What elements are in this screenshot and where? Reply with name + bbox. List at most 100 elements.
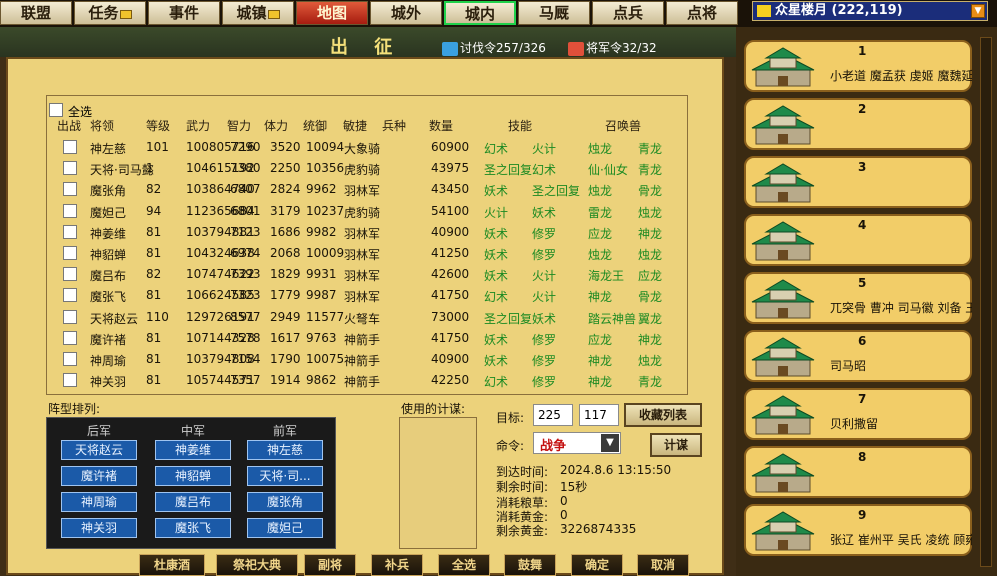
nav-tab-2[interactable]: 事件 (148, 1, 220, 25)
bottom-button[interactable]: 祭祀大典 (216, 554, 298, 576)
row-checkbox[interactable] (63, 203, 77, 218)
select-all-checkbox[interactable] (49, 103, 63, 117)
bottom-button[interactable]: 鼓舞 (504, 554, 556, 576)
cell-name: 天将·司马懿 (90, 163, 154, 178)
table-row[interactable]: 魔张角 82 103864740 6807 2824 9962 羽林军 43450 妖术 圣之回复… (56, 179, 686, 200)
cell-skill2: 妖术 (532, 311, 557, 326)
row-checkbox[interactable] (63, 330, 77, 345)
cell-level: 81 (146, 330, 162, 345)
formation-slot[interactable]: 神周瑜 (61, 492, 137, 512)
city-card[interactable]: 5 兀突骨 曹冲 司马徽 刘备 王 (744, 272, 972, 324)
chevron-down-icon[interactable]: ▼ (971, 4, 985, 18)
cell-beast1: 应龙 (588, 332, 613, 347)
bottom-button[interactable]: 确定 (571, 554, 623, 576)
row-checkbox[interactable] (63, 182, 77, 197)
row-checkbox[interactable] (63, 246, 77, 260)
table-row[interactable]: 魔张飞 81 106624585 7323 1779 9987 羽林军 41750 幻术 火计 神龙… (56, 285, 686, 306)
row-checkbox[interactable] (63, 161, 77, 176)
nav-tab-7[interactable]: 马厩 (518, 1, 590, 25)
formation-slot[interactable]: 神姜维 (155, 440, 231, 460)
cell-beast1: 神龙 (588, 290, 613, 305)
formation-slot[interactable]: 魔张角 (247, 492, 323, 512)
row-checkbox[interactable] (63, 224, 77, 239)
city-card[interactable]: 4 (744, 214, 972, 266)
server-selector[interactable]: 众星楼月 (222,119) ▼ (752, 1, 988, 21)
city-card[interactable]: 3 (744, 156, 972, 208)
table-row[interactable]: 天将·司马懿 1 104615192 7380 2250 10356 虎豹骑 43975 圣之回… (56, 158, 686, 179)
cell-skill2: 幻术 (532, 163, 557, 178)
formation-head: 前军 (273, 424, 298, 438)
row-checkbox[interactable] (63, 288, 77, 303)
nav-tab-3[interactable]: 城镇 (222, 1, 294, 25)
cell-int: 7393 (230, 267, 261, 282)
nav-tab-label: 城镇 (236, 4, 267, 22)
cell-lead: 10094 (306, 140, 345, 154)
target-x-input[interactable]: 225 (533, 404, 573, 426)
nav-tab-0[interactable]: 联盟 (0, 1, 72, 25)
formation-slot[interactable]: 魔妲己 (247, 518, 323, 538)
cell-name: 神姜维 (90, 226, 127, 241)
formation-slot[interactable]: 神貂蝉 (155, 466, 231, 486)
scrollbar[interactable] (980, 37, 992, 567)
table-row[interactable]: 神周瑜 81 103794808 7154 1790 10075 神箭手 40900 妖术 修罗神… (56, 349, 686, 370)
chevron-down-icon[interactable]: ▼ (601, 434, 619, 452)
cell-beast2: 神龙 (638, 226, 663, 241)
cell-level: 81 (146, 373, 162, 388)
formation-slot[interactable]: 魔许褚 (61, 466, 137, 486)
formation-slot[interactable]: 天将·司... (247, 466, 323, 486)
command-select[interactable]: 战争 ▼ (533, 432, 621, 454)
table-row[interactable]: 神貂蝉 81 104324638 6974 2068 10009 羽林军 41250 妖术 修罗烛… (56, 243, 686, 264)
bottom-button[interactable]: 全选 (438, 554, 490, 576)
city-card[interactable]: 9 张辽 崔州平 吴氏 凌统 顾雍 (744, 504, 972, 556)
cell-name: 魔妲己 (90, 205, 127, 220)
nav-tab-5[interactable]: 城外 (370, 1, 442, 25)
cell-name: 魔张飞 (90, 290, 127, 305)
table-row[interactable]: 神关羽 81 105744571 7357 1914 9862 神箭手 42250 幻术 修罗 神龙… (56, 370, 686, 391)
formation-slot[interactable]: 魔张飞 (155, 518, 231, 538)
bottom-button[interactable]: 杜康酒 (139, 554, 205, 576)
bottom-button[interactable]: 补兵 (371, 554, 423, 576)
city-card[interactable]: 7 贝利撒留 (744, 388, 972, 440)
plan-button[interactable]: 计谋 (650, 433, 702, 457)
row-checkbox[interactable] (63, 267, 77, 282)
panel-header: 出 征 讨伐令257/326 将军令32/32 (0, 27, 736, 58)
formation-slot[interactable]: 神关羽 (61, 518, 137, 538)
city-card[interactable]: 8 (744, 446, 972, 498)
cell-lead: 9931 (306, 267, 337, 282)
nav-tab-4[interactable]: 地图 (296, 1, 368, 25)
formation-slot[interactable]: 神左慈 (247, 440, 323, 460)
nav-tab-1[interactable]: 任务 (74, 1, 146, 25)
nav-tab-label: 联盟 (20, 4, 51, 22)
bottom-button[interactable]: 副将 (304, 554, 356, 576)
cell-skill2: 火计 (532, 269, 557, 284)
city-card[interactable]: 6 司马昭 (744, 330, 972, 382)
table-row[interactable]: 神左慈 101 100805716 7290 3520 10094 大象骑 60900 幻术 火计… (56, 137, 686, 158)
formation-slot[interactable]: 天将赵云 (61, 440, 137, 460)
table-row[interactable]: 神姜维 81 103794881 7123 1686 9982 羽林军 40900 妖术 修罗 应龙… (56, 222, 686, 243)
formation-slot[interactable]: 魔吕布 (155, 492, 231, 512)
city-number: 7 (858, 392, 867, 406)
table-row[interactable]: 天将赵云 110 129726191 8577 2949 11577 火弩车 73000 圣之回… (56, 307, 686, 328)
cell-count: 41750 (431, 330, 470, 345)
row-checkbox[interactable] (63, 140, 77, 154)
cell-lead: 11577 (306, 309, 345, 324)
city-card[interactable]: 2 (744, 98, 972, 150)
row-checkbox[interactable] (63, 352, 77, 366)
table-row[interactable]: 魔许褚 81 107144328 7578 1617 9763 神箭手 41750 妖术 修罗 应龙… (56, 328, 686, 349)
cell-count: 42600 (431, 267, 470, 282)
city-card[interactable]: 1 小老道 魔孟获 虔姬 魔魏延 (744, 40, 972, 92)
nav-tab-8[interactable]: 点兵 (592, 1, 664, 25)
table-row[interactable]: 魔妲己 94 112365684 6801 3179 10237 虎豹骑 54100 火计 妖术雷… (56, 201, 686, 222)
table-row[interactable]: 魔吕布 82 107474622 7393 1829 9931 羽林军 42600 妖术 火计 海龙… (56, 264, 686, 285)
bottom-button[interactable]: 取消 (637, 554, 689, 576)
row-checkbox[interactable] (63, 373, 77, 388)
row-checkbox[interactable] (63, 309, 77, 324)
cell-lead: 9862 (306, 373, 337, 388)
target-y-input[interactable]: 117 (579, 404, 619, 426)
nav-tab-9[interactable]: 点将 (666, 1, 738, 25)
city-number: 2 (858, 102, 867, 116)
plan-box[interactable] (399, 417, 477, 549)
nav-tab-6[interactable]: 城内 (444, 1, 516, 25)
collect-list-button[interactable]: 收藏列表 (624, 403, 702, 427)
cell-level: 81 (146, 246, 162, 260)
